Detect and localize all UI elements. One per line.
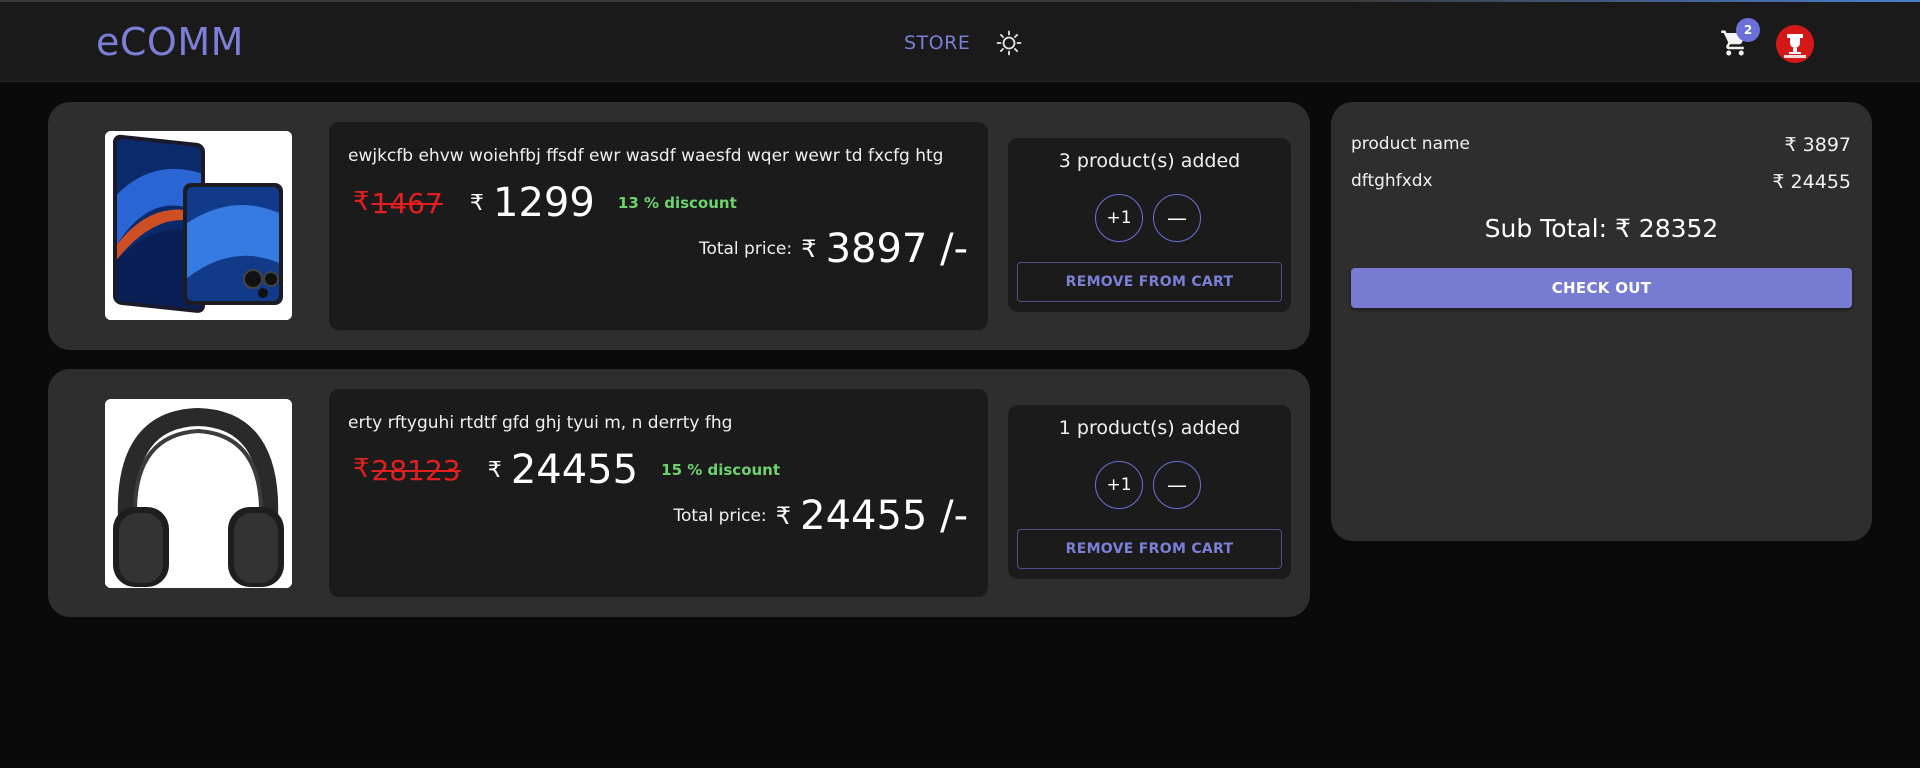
product-title[interactable]: erty rftyguhi rtdtf gfd ghj tyui m, n de… — [348, 413, 732, 433]
new-price: 1299 — [493, 180, 595, 226]
remove-from-cart-button[interactable]: REMOVE FROM CART — [1017, 529, 1282, 569]
old-price-value: 28123 — [371, 453, 461, 487]
price-row: ₹1467 ₹ 1299 13 % discount — [353, 180, 737, 230]
subtotal: Sub Total: ₹ 28352 — [1484, 214, 1719, 243]
product-image-phone[interactable] — [105, 131, 292, 320]
checkout-button[interactable]: CHECK OUT — [1351, 268, 1852, 308]
rupee-symbol: ₹ — [353, 186, 370, 217]
price-row: ₹28123 ₹ 24455 15 % discount — [353, 447, 780, 497]
summary-product-price: ₹ 24455 — [1772, 171, 1851, 193]
increase-quantity-button[interactable]: +1 — [1095, 461, 1143, 509]
new-price: 24455 — [510, 447, 639, 493]
summary-product-name: dftghfxdx — [1351, 171, 1433, 191]
rupee-symbol: ₹ — [469, 190, 484, 216]
rupee-symbol: ₹ — [487, 457, 502, 483]
summary-product-price: ₹ 3897 — [1784, 134, 1851, 156]
sun-icon[interactable] — [996, 30, 1022, 56]
total-price-label: Total price: — [673, 506, 767, 526]
product-title[interactable]: ewjkcfb ehvw woiehfbj ffsdf ewr wasdf wa… — [348, 146, 943, 166]
old-price: ₹28123 — [353, 454, 461, 487]
quantity-panel: 3 product(s) added +1 — REMOVE FROM CART — [1008, 138, 1291, 312]
increase-quantity-button[interactable]: +1 — [1095, 194, 1143, 242]
app-header: eCOMM STORE 2 — [0, 2, 1920, 82]
total-price-label: Total price: — [698, 239, 793, 259]
brand-logo[interactable]: eCOMM — [96, 20, 244, 64]
cart-item-card: ewjkcfb ehvw woiehfbj ffsdf ewr wasdf wa… — [48, 102, 1310, 350]
product-info-panel: erty rftyguhi rtdtf gfd ghj tyui m, n de… — [329, 389, 988, 597]
remove-from-cart-button[interactable]: REMOVE FROM CART — [1017, 262, 1282, 302]
quantity-label: 3 product(s) added — [1058, 150, 1241, 172]
cart-count-badge: 2 — [1736, 18, 1760, 42]
old-price: ₹1467 — [353, 187, 443, 220]
quantity-label: 1 product(s) added — [1058, 417, 1241, 439]
product-image-headphones[interactable] — [105, 399, 292, 588]
rupee-symbol: ₹ — [353, 453, 370, 484]
total-price-value: 24455 /- — [800, 493, 968, 539]
avatar[interactable] — [1776, 25, 1814, 63]
decrease-quantity-button[interactable]: — — [1153, 461, 1201, 509]
rupee-symbol: ₹ — [775, 502, 792, 530]
product-info-panel: ewjkcfb ehvw woiehfbj ffsdf ewr wasdf wa… — [329, 122, 988, 330]
cart-item-card: erty rftyguhi rtdtf gfd ghj tyui m, n de… — [48, 369, 1310, 617]
quantity-panel: 1 product(s) added +1 — REMOVE FROM CART — [1008, 405, 1291, 579]
rupee-symbol: ₹ — [801, 235, 817, 263]
order-summary-panel: product name ₹ 3897 dftghfxdx ₹ 24455 Su… — [1331, 102, 1872, 541]
dream11-logo-icon — [1776, 25, 1814, 63]
total-price-row: Total price: ₹ 3897 /- — [699, 226, 968, 272]
total-price-row: Total price: ₹ 24455 /- — [674, 493, 969, 539]
nav-store-link[interactable]: STORE — [904, 32, 970, 54]
old-price-value: 1467 — [371, 186, 443, 220]
total-price-value: 3897 /- — [825, 226, 968, 272]
discount-label: 15 % discount — [661, 461, 781, 479]
summary-product-name: product name — [1351, 134, 1470, 154]
discount-label: 13 % discount — [617, 194, 737, 212]
decrease-quantity-button[interactable]: — — [1153, 194, 1201, 242]
summary-row: dftghfxdx ₹ 24455 — [1351, 171, 1851, 197]
summary-row: product name ₹ 3897 — [1351, 134, 1851, 160]
